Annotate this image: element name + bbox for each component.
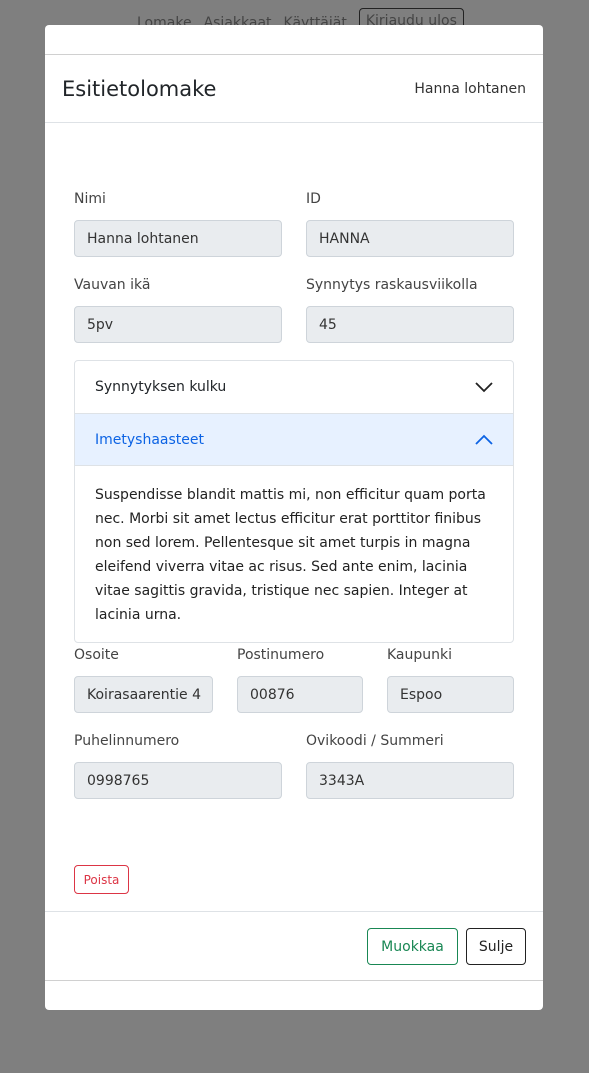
modal: Esitietolomake Hanna lohtanen Nimi Hanna… [45,25,543,1010]
close-button[interactable]: Sulje [466,928,526,965]
user-name: Hanna lohtanen [414,80,526,97]
label-puhelin: Puhelinnumero [74,733,180,749]
accordion-item-synnytyksen-kulku[interactable]: Synnytyksen kulku [75,361,513,414]
delete-button[interactable]: Poista [74,865,129,894]
ovikoodi-field[interactable]: 3343A [306,762,514,799]
nimi-field[interactable]: Hanna lohtanen [74,220,282,257]
accordion-title: Imetyshaasteet [95,431,204,448]
form-card: Esitietolomake Hanna lohtanen Nimi Hanna… [45,54,543,981]
accordion-body: Suspendisse blandit mattis mi, non effic… [95,487,486,623]
label-viikko: Synnytys raskausviikolla [306,277,478,293]
label-ika: Vauvan ikä [74,277,151,293]
modal-title: Esitietolomake [62,76,217,101]
chevron-up-icon [475,434,493,445]
ika-field[interactable]: 5pv [74,306,282,343]
edit-button[interactable]: Muokkaa [367,928,458,965]
label-postinumero: Postinumero [237,647,325,663]
modal-header: Esitietolomake Hanna lohtanen [45,55,543,123]
footer-divider [45,911,543,912]
accordion: Synnytyksen kulku Imetyshaasteet Suspend… [74,360,514,643]
label-kaupunki: Kaupunki [387,647,453,663]
label-osoite: Osoite [74,647,119,663]
accordion-item-imetyshaasteet[interactable]: Imetyshaasteet [75,414,513,466]
osoite-field[interactable]: Koirasaarentie 4 [74,676,213,713]
chevron-down-icon [475,382,493,393]
label-id: ID [306,191,321,207]
puhelin-field[interactable]: 0998765 [74,762,282,799]
accordion-title: Synnytyksen kulku [95,379,227,395]
viikko-field[interactable]: 45 [306,306,514,343]
label-ovikoodi: Ovikoodi / Summeri [306,733,444,749]
id-field[interactable]: HANNA [306,220,514,257]
kaupunki-field[interactable]: Espoo [387,676,514,713]
postinumero-field[interactable]: 00876 [237,676,363,713]
label-nimi: Nimi [74,191,106,207]
